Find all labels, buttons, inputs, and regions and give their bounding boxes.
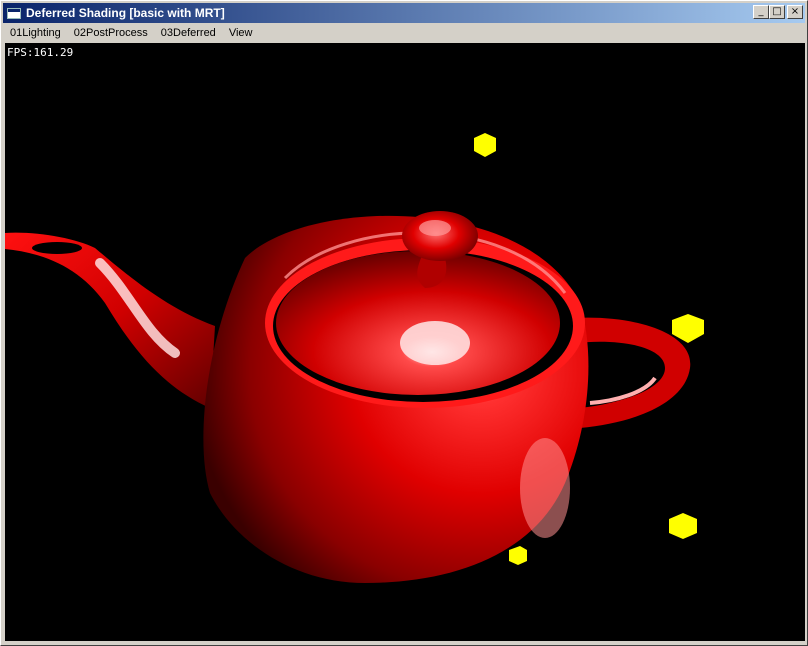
light-source-marker (669, 513, 697, 539)
specular-highlight (520, 438, 570, 538)
maximize-button[interactable]: □ (769, 5, 785, 19)
menu-item-postprocess[interactable]: 02PostProcess (67, 27, 154, 39)
menu-bar: 01Lighting 02PostProcess 03Deferred View (3, 23, 805, 42)
light-source-marker (672, 314, 704, 343)
window-controls: _ □ × (753, 5, 803, 19)
scene-canvas (5, 133, 704, 583)
light-source-marker (474, 133, 496, 157)
minimize-button[interactable]: _ (753, 5, 769, 19)
close-button[interactable]: × (787, 5, 803, 19)
title-bar[interactable]: Deferred Shading [basic with MRT] _ □ × (3, 3, 805, 23)
app-window-icon[interactable] (7, 7, 21, 19)
specular-highlight (400, 321, 470, 365)
menu-item-lighting[interactable]: 01Lighting (3, 27, 67, 39)
light-source-marker (509, 546, 527, 565)
window-title: Deferred Shading [basic with MRT] (26, 6, 225, 20)
menu-item-view[interactable]: View (222, 27, 259, 39)
fps-counter: FPS:161.29 (7, 46, 74, 59)
app-window: Deferred Shading [basic with MRT] _ □ × … (0, 0, 808, 646)
teapot-spout (5, 232, 215, 408)
render-viewport[interactable]: FPS:161.29 (5, 43, 805, 641)
menu-item-deferred[interactable]: 03Deferred (154, 27, 222, 39)
